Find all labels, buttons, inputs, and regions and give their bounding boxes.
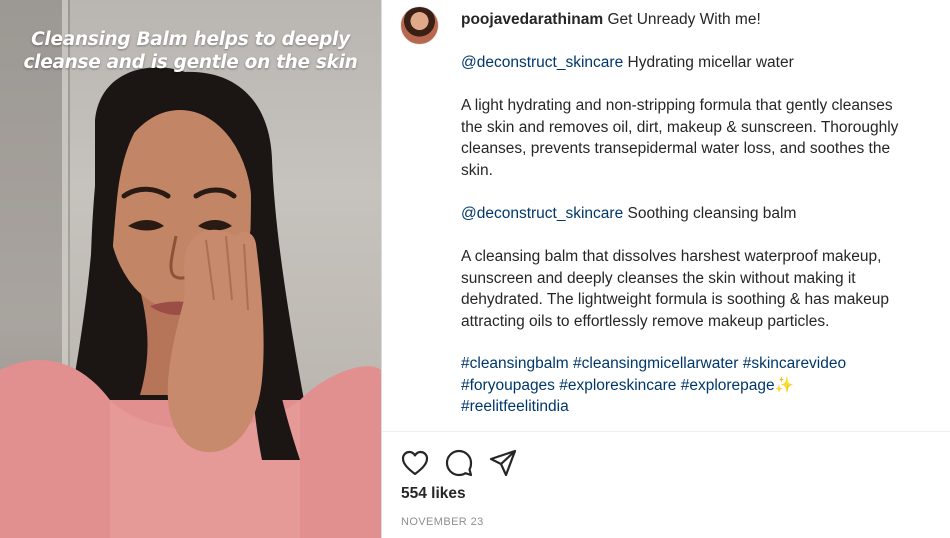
action-bar [400, 448, 518, 478]
post-media[interactable]: Cleansing Balm helps to deeply cleanse a… [0, 0, 381, 538]
section-divider [382, 431, 950, 432]
heart-icon [401, 450, 429, 476]
caption-product-line: @deconstruct_skincare Hydrating micellar… [461, 52, 946, 74]
caption-line: skin. [461, 161, 493, 179]
send-icon [489, 449, 517, 477]
likes-count[interactable]: 554 likes [401, 485, 466, 503]
hashtag-line[interactable]: #foryoupages #exploreskincare #explorepa… [461, 377, 775, 394]
post-date: NOVEMBER 23 [401, 516, 484, 528]
caption-line: A cleansing balm that dissolves harshest… [461, 248, 882, 265]
avatar[interactable] [400, 6, 439, 45]
caption-paragraph: A cleansing balm that dissolves harshest… [461, 246, 946, 332]
media-overlay-caption: Cleansing Balm helps to deeply cleanse a… [10, 28, 371, 74]
caption-line: dehydrated. The lightweight formula is s… [461, 291, 889, 309]
sparkles-emoji: ✨ [774, 376, 794, 394]
like-button[interactable] [400, 448, 430, 478]
post-details-panel: poojavedarathinam Get Unready With me! @… [382, 0, 950, 538]
product-name: Hydrating micellar water [627, 54, 794, 71]
caption-paragraph: A light hydrating and non-stripping form… [461, 95, 946, 181]
caption-header: poojavedarathinam Get Unready With me! [461, 10, 761, 30]
mention-link[interactable]: @deconstruct_skincare [461, 54, 623, 71]
hashtag-line[interactable]: #reelitfeelitindia [461, 396, 946, 418]
caption-product-line: @deconstruct_skincare Soothing cleansing… [461, 203, 946, 225]
mention-link[interactable]: @deconstruct_skincare [461, 205, 623, 222]
product-name: Soothing cleansing balm [627, 205, 797, 222]
caption-line: sunscreen and deeply cleanses the skin w… [461, 269, 856, 287]
caption-line: the skin and removes oil, dirt, makeup &… [461, 118, 899, 136]
share-button[interactable] [488, 448, 518, 478]
username-link[interactable]: poojavedarathinam [461, 11, 603, 28]
caption-line: cleanses, prevents transepidermal water … [461, 140, 891, 158]
comment-icon [445, 449, 473, 477]
overlay-caption-line: cleanse and is gentle on the skin [23, 52, 358, 73]
caption-line: A light hydrating and non-stripping form… [461, 97, 893, 114]
comment-button[interactable] [444, 448, 474, 478]
hashtag-line[interactable]: #cleansingbalm #cleansingmicellarwater #… [461, 353, 946, 375]
caption-line: attracting oils to effortlessly remove m… [461, 312, 830, 330]
hashtags: #cleansingbalm #cleansingmicellarwater #… [461, 353, 946, 418]
person-illustration [0, 67, 381, 538]
overlay-caption-line: Cleansing Balm helps to deeply [31, 29, 350, 50]
caption-title: Get Unready With me! [607, 11, 761, 28]
